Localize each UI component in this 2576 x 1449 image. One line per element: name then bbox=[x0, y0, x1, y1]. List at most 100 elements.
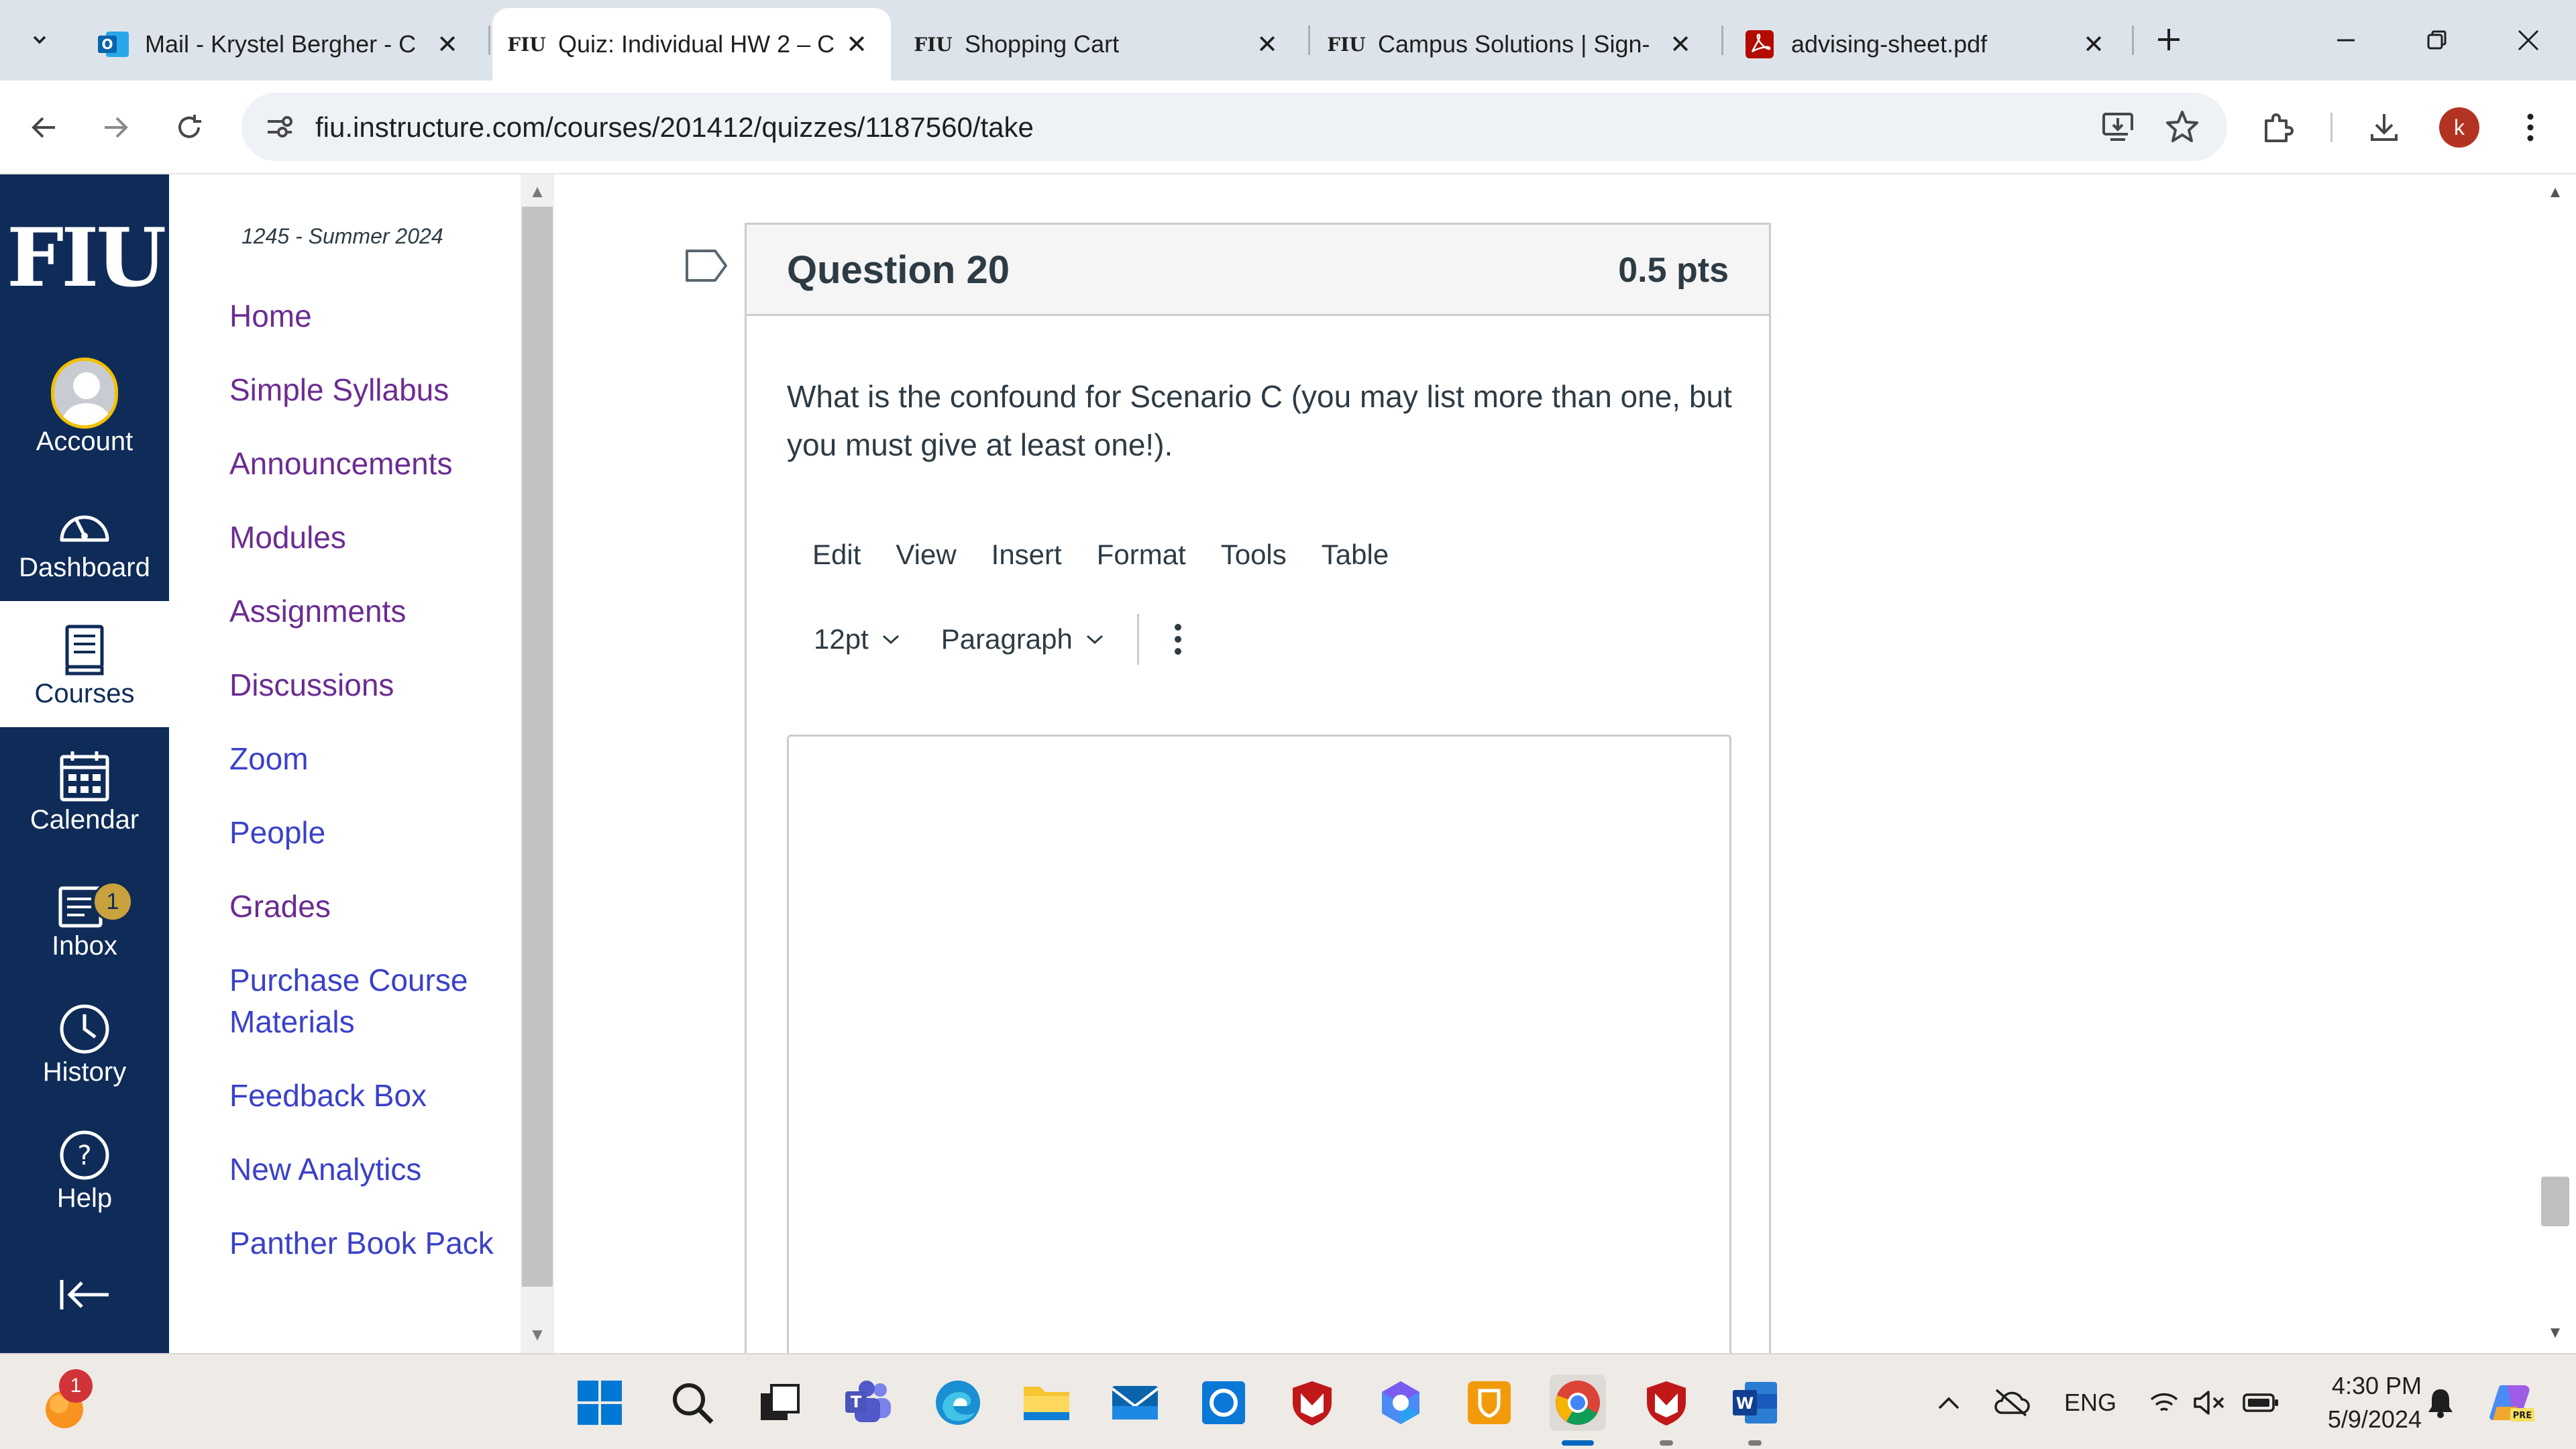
back-button[interactable] bbox=[19, 102, 70, 153]
close-icon[interactable]: ✕ bbox=[1250, 28, 1284, 61]
tab-shopping-cart[interactable]: FIU Shopping Cart ✕ bbox=[899, 8, 1301, 80]
language-indicator[interactable]: ENG bbox=[2057, 1381, 2124, 1424]
chrome-app[interactable] bbox=[1550, 1375, 1606, 1431]
flag-question-icon[interactable] bbox=[684, 248, 729, 283]
tab-quiz[interactable]: FIU Quiz: Individual HW 2 – C ✕ bbox=[492, 8, 891, 80]
course-nav-grades[interactable]: Grades bbox=[229, 885, 511, 927]
course-nav-assignments[interactable]: Assignments bbox=[229, 590, 511, 632]
wifi-icon[interactable] bbox=[2147, 1381, 2182, 1424]
answer-editor[interactable] bbox=[787, 735, 1731, 1353]
course-nav-purchase-course-materials[interactable]: Purchase Course Materials bbox=[229, 959, 511, 1042]
more-options-icon[interactable] bbox=[1158, 612, 1198, 666]
global-nav-courses[interactable]: Courses bbox=[0, 601, 169, 727]
scroll-down-icon[interactable]: ▼ bbox=[2546, 1324, 2564, 1342]
course-nav-zoom[interactable]: Zoom bbox=[229, 738, 511, 780]
mcafee-app[interactable] bbox=[1284, 1375, 1340, 1431]
scroll-up-icon[interactable]: ▲ bbox=[2546, 183, 2564, 201]
global-nav-dashboard[interactable]: Dashboard bbox=[0, 475, 169, 601]
task-view-icon bbox=[761, 1384, 800, 1420]
start-button[interactable] bbox=[572, 1375, 628, 1431]
global-nav-history[interactable]: History bbox=[0, 979, 169, 1106]
show-hidden-icons-button[interactable] bbox=[1932, 1381, 1966, 1424]
global-nav-label: History bbox=[42, 1057, 127, 1087]
tab-mail[interactable]: O Mail - Krystel Bergher - C ✕ bbox=[79, 8, 482, 80]
chevron-up-icon bbox=[1938, 1397, 1960, 1409]
system-clock[interactable]: 4:30 PM 5/9/2024 bbox=[2301, 1369, 2422, 1436]
security-app[interactable] bbox=[1461, 1375, 1517, 1431]
menu-tools[interactable]: Tools bbox=[1220, 533, 1288, 576]
word-app[interactable]: W bbox=[1727, 1375, 1783, 1431]
course-nav-simple-syllabus[interactable]: Simple Syllabus bbox=[229, 369, 511, 411]
profile-avatar[interactable]: k bbox=[2439, 107, 2479, 148]
close-icon[interactable]: ✕ bbox=[431, 28, 464, 61]
mail-app[interactable] bbox=[1107, 1375, 1163, 1431]
close-window-button[interactable] bbox=[2491, 13, 2565, 67]
file-explorer-app[interactable] bbox=[1018, 1375, 1075, 1431]
course-nav-panther-book-pack[interactable]: Panther Book Pack bbox=[229, 1222, 511, 1264]
scroll-down-icon[interactable]: ▼ bbox=[529, 1324, 546, 1344]
tab-campus-solutions[interactable]: FIU Campus Solutions | Sign- ✕ bbox=[1312, 8, 1715, 80]
menu-table[interactable]: Table bbox=[1320, 533, 1390, 576]
address-bar[interactable]: fiu.instructure.com/courses/201412/quizz… bbox=[241, 93, 2227, 161]
cortana-app[interactable] bbox=[1195, 1375, 1252, 1431]
svg-text:PRE: PRE bbox=[2513, 1411, 2532, 1421]
menu-format[interactable]: Format bbox=[1095, 533, 1187, 576]
block-format-select[interactable]: Paragraph bbox=[918, 623, 1122, 655]
minimize-button[interactable] bbox=[2309, 13, 2383, 67]
fiu-logo[interactable]: FIU bbox=[7, 215, 166, 302]
menu-view[interactable]: View bbox=[894, 533, 957, 576]
page-scrollbar[interactable]: ▲ ▼ bbox=[2534, 174, 2576, 1353]
url-text[interactable]: fiu.instructure.com/courses/201412/quizz… bbox=[315, 111, 1034, 144]
edge-app[interactable] bbox=[930, 1375, 986, 1431]
course-nav-modules[interactable]: Modules bbox=[229, 517, 511, 558]
mcafee-security-app[interactable] bbox=[1638, 1375, 1695, 1431]
more-menu-icon[interactable] bbox=[2504, 101, 2557, 154]
close-icon[interactable]: ✕ bbox=[840, 28, 873, 61]
collapse-nav-button[interactable] bbox=[51, 1261, 118, 1328]
search-button[interactable] bbox=[664, 1375, 720, 1431]
clock-time: 4:30 PM bbox=[2331, 1372, 2422, 1399]
copilot-app[interactable] bbox=[1373, 1375, 1429, 1431]
install-app-icon[interactable] bbox=[2098, 106, 2140, 148]
global-nav-calendar[interactable]: Calendar bbox=[0, 727, 169, 853]
scrollbar-thumb[interactable] bbox=[2541, 1177, 2569, 1226]
downloads-icon[interactable] bbox=[2357, 101, 2411, 154]
course-nav-feedback-box[interactable]: Feedback Box bbox=[229, 1075, 511, 1116]
course-nav-new-analytics[interactable]: New Analytics bbox=[229, 1148, 511, 1190]
menu-edit[interactable]: Edit bbox=[811, 533, 862, 576]
extensions-icon[interactable] bbox=[2251, 101, 2305, 154]
tab-advising-sheet[interactable]: advising-sheet.pdf ✕ bbox=[1725, 8, 2128, 80]
global-nav-inbox[interactable]: 1 Inbox bbox=[0, 853, 169, 979]
folder-icon bbox=[1024, 1387, 1069, 1420]
site-info-icon[interactable] bbox=[262, 109, 298, 145]
reload-button[interactable] bbox=[164, 102, 215, 153]
font-size-select[interactable]: 12pt bbox=[787, 623, 918, 655]
battery-icon[interactable] bbox=[2241, 1381, 2281, 1424]
new-tab-button[interactable] bbox=[2144, 15, 2194, 64]
copilot-preview-icon[interactable]: PRE bbox=[2486, 1381, 2537, 1424]
cloud-offline-icon[interactable] bbox=[1990, 1381, 2033, 1424]
course-nav-scrollbar[interactable]: ▲ ▼ bbox=[521, 174, 554, 1353]
tab-search-button[interactable] bbox=[15, 15, 64, 64]
notifications-bell-icon[interactable] bbox=[2422, 1381, 2459, 1424]
course-nav-announcements[interactable]: Announcements bbox=[229, 443, 511, 484]
course-nav-home[interactable]: Home bbox=[229, 295, 511, 337]
volume-muted-icon[interactable] bbox=[2191, 1381, 2229, 1424]
course-nav-discussions[interactable]: Discussions bbox=[229, 664, 511, 706]
fiu-favicon: FIU bbox=[1327, 33, 1366, 56]
toolbar-separator bbox=[2330, 113, 2332, 142]
scrollbar-thumb[interactable] bbox=[522, 207, 553, 1287]
bookmark-star-icon[interactable] bbox=[2161, 106, 2203, 148]
close-icon[interactable]: ✕ bbox=[2077, 28, 2110, 61]
global-nav-help[interactable]: ? Help bbox=[0, 1106, 169, 1232]
close-icon[interactable]: ✕ bbox=[1664, 28, 1697, 61]
chrome-running-indicator bbox=[1562, 1440, 1594, 1446]
teams-app[interactable]: T bbox=[840, 1375, 896, 1431]
scroll-up-icon[interactable]: ▲ bbox=[529, 181, 546, 201]
menu-insert[interactable]: Insert bbox=[990, 533, 1063, 576]
task-view-button[interactable] bbox=[751, 1375, 808, 1431]
course-nav-people[interactable]: People bbox=[229, 812, 511, 853]
restore-button[interactable] bbox=[2400, 13, 2474, 67]
forward-button[interactable] bbox=[90, 102, 141, 153]
global-nav-account[interactable]: Account bbox=[0, 349, 169, 475]
